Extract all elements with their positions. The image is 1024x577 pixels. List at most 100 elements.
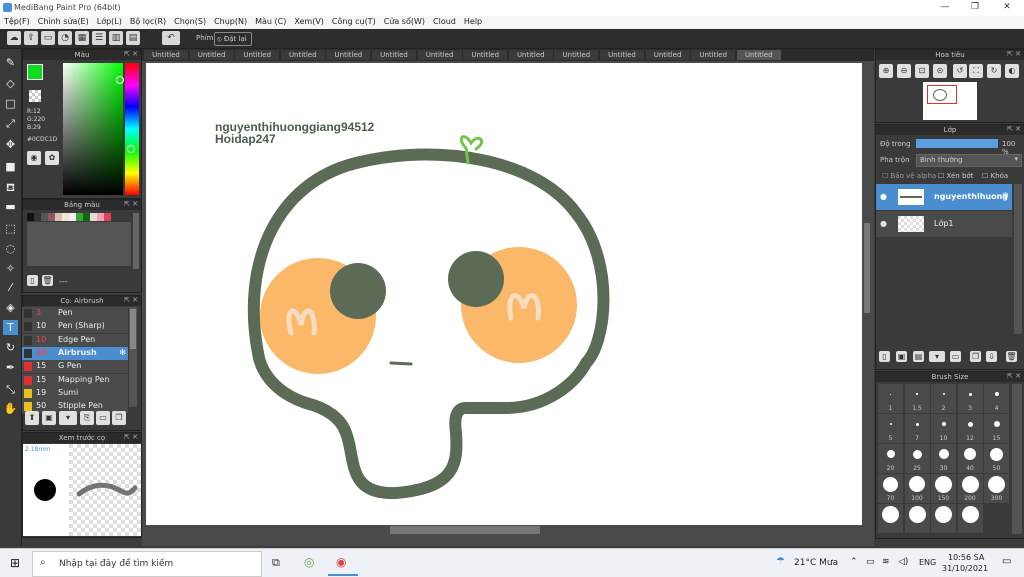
tray-chevron-icon[interactable]: ⌃: [850, 557, 858, 567]
palette-swatch[interactable]: [48, 213, 55, 221]
brush-item[interactable]: 10 Edge Pen: [22, 333, 128, 348]
text-tool-icon[interactable]: T: [3, 320, 18, 335]
fit-icon[interactable]: ⊡: [915, 64, 929, 78]
layer-scrollbar[interactable]: [1014, 184, 1022, 334]
copy-brush-icon[interactable]: ⎘: [80, 411, 94, 425]
document-tab[interactable]: Untitled: [508, 50, 553, 60]
weather-text[interactable]: 21°C Mưa: [794, 558, 838, 568]
panel-icon[interactable]: ▦: [75, 31, 89, 45]
brush-size-cell[interactable]: 100: [904, 474, 930, 503]
brush-size-cell[interactable]: 50: [984, 444, 1009, 473]
clip-checkbox[interactable]: ☐ Xén bớt: [938, 172, 973, 180]
saturation-value-field[interactable]: [63, 63, 123, 195]
document-tab[interactable]: Untitled: [554, 50, 599, 60]
brush-size-cell[interactable]: 10: [931, 414, 956, 443]
duplicate-layer-icon[interactable]: ❐: [970, 351, 981, 362]
palette-swatch[interactable]: [69, 213, 76, 221]
panel-float-icon[interactable]: ⇱ ✕: [124, 433, 138, 441]
rotate-left-icon[interactable]: ↺: [953, 64, 967, 78]
eyedropper-icon[interactable]: ⤡: [3, 382, 18, 397]
brush-size-cell[interactable]: 12: [957, 414, 983, 443]
comment-icon[interactable]: ▭: [41, 31, 55, 45]
eraser-tool-icon[interactable]: ◇: [3, 76, 18, 91]
gear-icon[interactable]: ✻: [1002, 191, 1009, 200]
page-icon[interactable]: ▤: [126, 31, 140, 45]
menu-help[interactable]: Help: [460, 16, 486, 27]
document-tab[interactable]: Untitled: [691, 50, 736, 60]
menu-tools[interactable]: Công cụ(T): [328, 16, 380, 27]
document-tab[interactable]: Untitled: [326, 50, 371, 60]
magic-wand-icon[interactable]: ✧: [3, 261, 18, 276]
menu-layer[interactable]: Lớp(L): [93, 16, 126, 27]
brush-size-cell[interactable]: 20: [878, 444, 903, 473]
add-layer-menu-icon[interactable]: ▾: [929, 351, 945, 362]
delete-layer-icon[interactable]: 🗑: [1006, 351, 1017, 362]
chat-icon[interactable]: ◔: [58, 31, 72, 45]
hue-slider[interactable]: [125, 63, 139, 195]
medibang-app-icon[interactable]: ◎: [304, 555, 314, 569]
palette-swatch[interactable]: [27, 213, 34, 221]
chrome-app-icon[interactable]: ◉: [336, 555, 346, 569]
rect-tool-icon[interactable]: □: [3, 96, 18, 111]
fullscreen-icon[interactable]: ⛶: [969, 64, 983, 78]
document-tab[interactable]: Untitled: [189, 50, 234, 60]
lasso-tool-icon[interactable]: ◌: [3, 241, 18, 256]
brush-size-cell[interactable]: 70: [878, 474, 903, 503]
gradient-tool-icon[interactable]: ▬: [3, 199, 18, 214]
zoom-out-icon[interactable]: ⊖: [897, 64, 911, 78]
taskbar-search[interactable]: ⌕ Nhập tại đây để tìm kiếm: [32, 551, 262, 577]
menu-file[interactable]: Tệp(F): [0, 16, 34, 27]
brush-menu-icon[interactable]: ▾: [59, 411, 77, 425]
select-tool-icon[interactable]: ⬚: [3, 221, 18, 236]
reset-button[interactable]: ⦸ Đặt lại: [214, 32, 252, 46]
document-tab[interactable]: Untitled: [235, 50, 280, 60]
palette-swatch[interactable]: [34, 213, 41, 221]
brush-item[interactable]: 15 Mapping Pen: [22, 373, 128, 388]
upload-icon[interactable]: ⇪: [24, 31, 38, 45]
new-layer-icon[interactable]: ▯: [879, 351, 890, 362]
brush-size-scrollbar[interactable]: [1012, 384, 1022, 534]
color-cursor[interactable]: [116, 76, 124, 84]
document-tab[interactable]: Untitled: [463, 50, 508, 60]
brush-item[interactable]: 15 G Pen: [22, 360, 128, 375]
duplicate-brush-icon[interactable]: ❐: [112, 411, 126, 425]
color-picker-icon[interactable]: ◉: [27, 151, 41, 165]
language-indicator[interactable]: ENG: [919, 558, 936, 567]
minimize-icon[interactable]: —: [930, 2, 960, 12]
canvas-h-scrollbar[interactable]: [146, 525, 862, 535]
brush-size-cell[interactable]: 5: [878, 414, 903, 443]
menu-edit[interactable]: Chỉnh sửa(E): [34, 16, 93, 27]
document-tab[interactable]: Untitled: [600, 50, 644, 60]
brush-size-cell[interactable]: 200: [957, 474, 983, 503]
notification-icon[interactable]: ▭: [1002, 556, 1011, 567]
palette-more[interactable]: ---: [59, 277, 68, 286]
brush-size-cell[interactable]: 150: [931, 474, 956, 503]
volume-icon[interactable]: ◁): [898, 557, 908, 567]
document-tab[interactable]: Untitled: [372, 50, 416, 60]
layer-row[interactable]: ● nguyenthihuong ✻: [876, 184, 1012, 210]
brush-size-cell[interactable]: 2: [931, 384, 956, 413]
panel-float-icon[interactable]: ⇱ ✕: [1007, 372, 1021, 380]
flip-icon[interactable]: ◐: [1005, 64, 1019, 78]
hue-cursor[interactable]: [127, 145, 135, 153]
opacity-slider[interactable]: [916, 139, 998, 148]
list-icon[interactable]: ☰: [92, 31, 106, 45]
new-palette-icon[interactable]: ▯: [27, 275, 38, 286]
drawing-canvas[interactable]: nguyenthihuonggiang94512 Hoidap247: [146, 63, 862, 525]
dot-tool-icon[interactable]: ⤢: [3, 116, 18, 131]
brush-size-cell[interactable]: 1: [878, 384, 903, 413]
brush-item[interactable]: 3 Pen: [22, 307, 128, 321]
move-tool-icon[interactable]: ✥: [3, 137, 18, 152]
hand-tool-icon[interactable]: ✋: [3, 401, 18, 416]
visibility-icon[interactable]: ●: [880, 192, 887, 201]
menu-view[interactable]: Xem(V): [290, 16, 328, 27]
panel-float-icon[interactable]: ⇱ ✕: [1007, 50, 1021, 58]
document-tab[interactable]: Untitled: [645, 50, 690, 60]
panel-float-icon[interactable]: ⇱ ✕: [124, 50, 138, 58]
menu-color[interactable]: Màu (C): [251, 16, 290, 27]
task-view-icon[interactable]: ⧉: [272, 556, 280, 570]
select-eraser-icon[interactable]: ◈: [3, 300, 18, 315]
brush-size-cell[interactable]: 40: [957, 444, 983, 473]
menu-cloud[interactable]: Cloud: [429, 16, 460, 27]
document-tab[interactable]: Untitled: [280, 50, 325, 60]
